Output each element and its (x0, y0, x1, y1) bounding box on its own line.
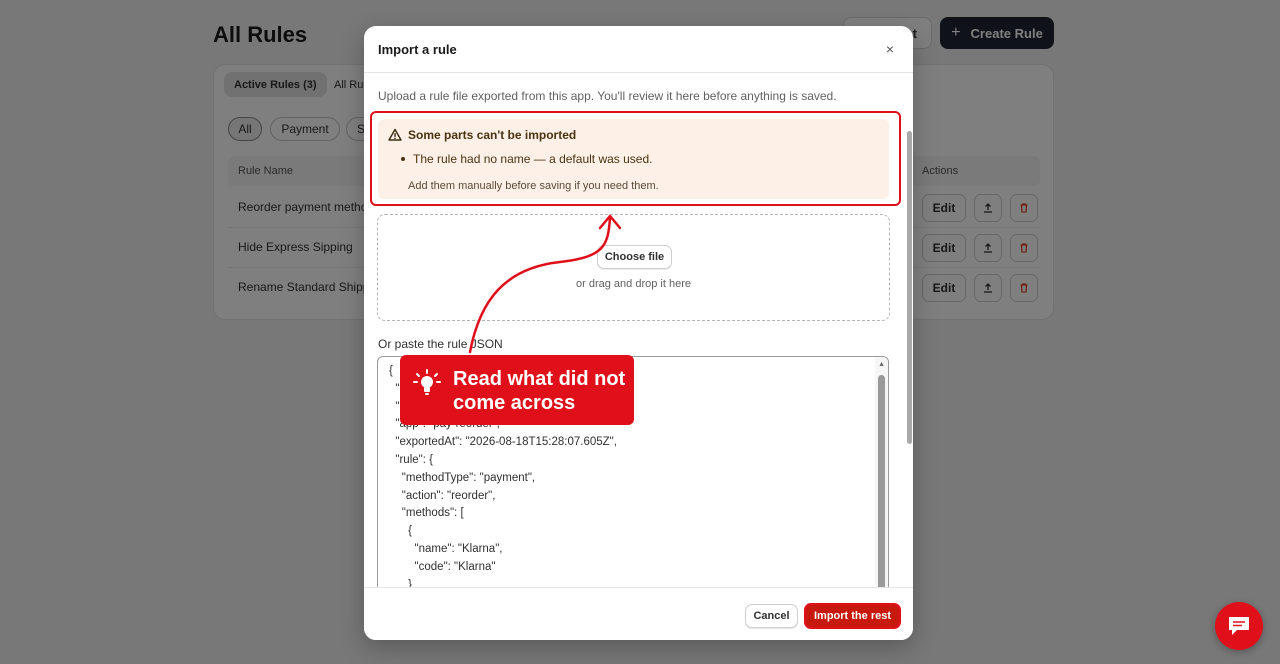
paste-json-label: Or paste the rule JSON (378, 337, 503, 351)
choose-file-button[interactable]: Choose file (597, 245, 672, 269)
dropzone-hint: or drag and drop it here (576, 278, 691, 290)
import-the-rest-button[interactable]: Import the rest (804, 603, 901, 629)
file-dropzone[interactable]: Choose file or drag and drop it here (377, 214, 890, 321)
scroll-up-icon[interactable]: ▲ (878, 361, 885, 368)
modal-scroll-thumb[interactable] (907, 131, 912, 444)
modal-footer: Cancel Import the rest (364, 587, 913, 640)
import-rule-modal: Import a rule × Upload a rule file expor… (364, 26, 913, 640)
annotation-highlight-box (370, 111, 901, 206)
annotation-text: Read what did not come across (453, 368, 626, 414)
modal-description: Upload a rule file exported from this ap… (378, 89, 837, 103)
cancel-button[interactable]: Cancel (745, 604, 798, 628)
textarea-scroll-thumb[interactable] (878, 375, 885, 587)
close-icon[interactable]: × (880, 39, 900, 59)
chat-icon[interactable] (1215, 602, 1263, 650)
annotation-callout: Read what did not come across (400, 355, 634, 425)
lightbulb-icon (413, 369, 441, 395)
modal-header: Import a rule × (364, 26, 913, 73)
modal-body: Upload a rule file exported from this ap… (364, 73, 913, 587)
modal-title: Import a rule (378, 42, 457, 57)
chat-bubble-icon (1229, 617, 1249, 635)
textarea-scrollbar[interactable]: ▲ (875, 357, 888, 587)
